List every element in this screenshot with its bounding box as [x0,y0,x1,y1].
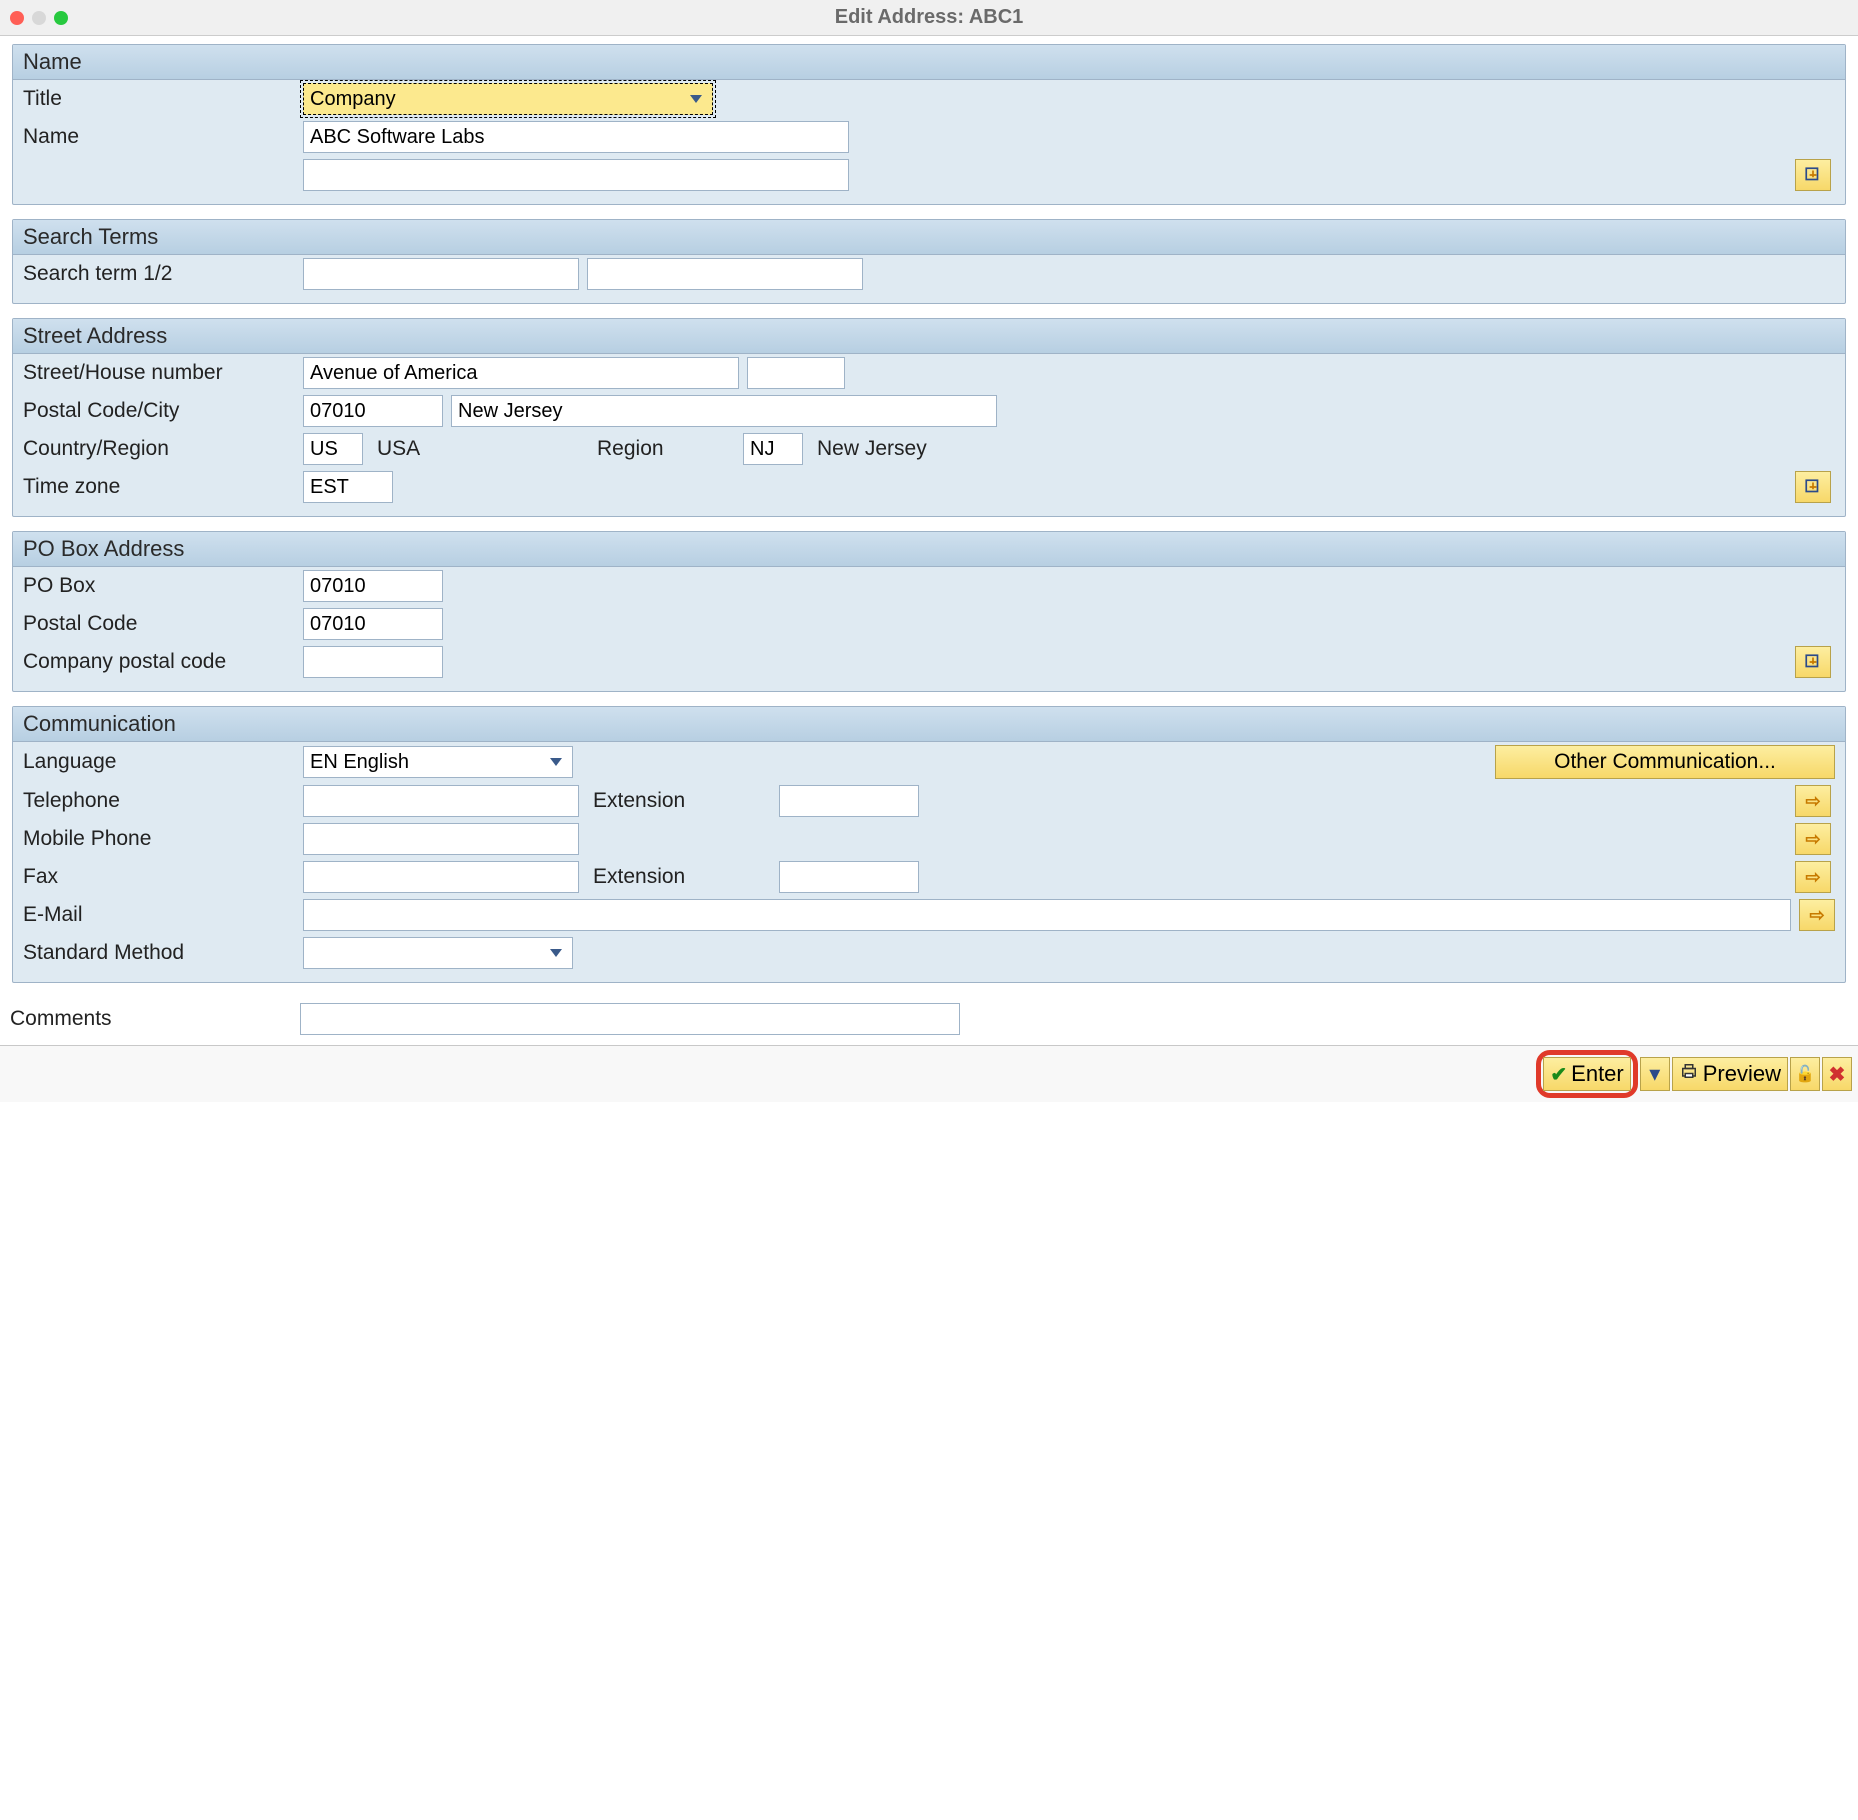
title-value: Company [310,88,396,111]
standard-method-dropdown[interactable] [303,937,573,969]
expand-icon [1804,478,1822,496]
content-area: Name Title Company Name Search Terms S [0,36,1858,983]
city-input[interactable] [451,395,997,427]
expand-icon [1804,653,1822,671]
country-region-label: Country/Region [23,437,303,461]
postal-city-label: Postal Code/City [23,399,303,423]
title-label: Title [23,87,303,111]
name2-input[interactable] [303,159,849,191]
chevron-down-icon [690,95,702,103]
window-title: Edit Address: ABC1 [835,6,1024,29]
house-number-input[interactable] [747,357,845,389]
expand-pobox-button[interactable] [1795,646,1831,678]
standard-method-label: Standard Method [23,941,303,965]
dropdown-icon: ▾ [1649,1061,1660,1087]
close-window-button[interactable] [10,11,24,25]
comments-input[interactable] [300,1003,960,1035]
section-header-pobox: PO Box Address [13,532,1845,567]
telephone-input[interactable] [303,785,579,817]
mobile-label: Mobile Phone [23,827,303,851]
street-input[interactable] [303,357,739,389]
name-label: Name [23,125,303,149]
telephone-label: Telephone [23,789,303,813]
print-icon [1679,1061,1699,1087]
name-input[interactable] [303,121,849,153]
pobox-postal-label: Postal Code [23,612,303,636]
maximize-window-button[interactable] [54,11,68,25]
window-controls [10,11,68,25]
cancel-icon: ✖ [1829,1062,1846,1087]
title-dropdown[interactable]: Company [303,83,713,115]
telephone-more-button[interactable]: ⇨ [1795,785,1831,817]
preview-label: Preview [1703,1061,1781,1087]
footer-bar: ✔ Enter ▾ Preview 🔓 ✖ [0,1045,1858,1102]
postal-code-input[interactable] [303,395,443,427]
fax-label: Fax [23,865,303,889]
arrow-right-icon: ⇨ [1805,791,1820,812]
comments-row: Comments [0,997,1858,1045]
other-communication-label: Other Communication... [1554,750,1776,774]
email-label: E-Mail [23,903,303,927]
expand-icon [1804,166,1822,184]
pobox-input[interactable] [303,570,443,602]
region-label: Region [583,437,743,461]
telephone-ext-input[interactable] [779,785,919,817]
language-value: EN English [310,751,409,774]
section-header-name: Name [13,45,1845,80]
mobile-more-button[interactable]: ⇨ [1795,823,1831,855]
fax-ext-input[interactable] [779,861,919,893]
section-header-search: Search Terms [13,220,1845,255]
timezone-input[interactable] [303,471,393,503]
section-communication: Communication Language EN English Other … [12,706,1846,983]
section-header-street: Street Address [13,319,1845,354]
language-dropdown[interactable]: EN English [303,746,573,778]
mobile-input[interactable] [303,823,579,855]
section-header-comm: Communication [13,707,1845,742]
search-term-1-input[interactable] [303,258,579,290]
section-search-terms: Search Terms Search term 1/2 [12,219,1846,304]
chevron-down-icon [550,949,562,957]
country-input[interactable] [303,433,363,465]
section-street-address: Street Address Street/House number Posta… [12,318,1846,517]
arrow-right-icon: ⇨ [1809,905,1824,926]
section-pobox: PO Box Address PO Box Postal Code Compan… [12,531,1846,692]
dropdown-button[interactable]: ▾ [1640,1057,1670,1091]
pobox-postal-input[interactable] [303,608,443,640]
titlebar: Edit Address: ABC1 [0,0,1858,36]
arrow-right-icon: ⇨ [1805,829,1820,850]
lock-icon: 🔓 [1795,1064,1815,1084]
preview-button[interactable]: Preview [1672,1057,1788,1091]
telephone-ext-label: Extension [579,789,779,813]
email-more-button[interactable]: ⇨ [1799,899,1835,931]
company-postal-input[interactable] [303,646,443,678]
search-term-label: Search term 1/2 [23,262,303,286]
email-input[interactable] [303,899,1791,931]
fax-ext-label: Extension [579,865,779,889]
company-postal-label: Company postal code [23,650,303,674]
expand-name-button[interactable] [1795,159,1831,191]
lock-button[interactable]: 🔓 [1790,1057,1820,1091]
chevron-down-icon [550,758,562,766]
enter-label: Enter [1571,1061,1624,1087]
arrow-right-icon: ⇨ [1805,867,1820,888]
street-label: Street/House number [23,361,303,385]
region-text: New Jersey [803,437,927,461]
fax-more-button[interactable]: ⇨ [1795,861,1831,893]
timezone-label: Time zone [23,475,303,499]
comments-label: Comments [10,1007,300,1031]
pobox-label: PO Box [23,574,303,598]
fax-input[interactable] [303,861,579,893]
country-text: USA [363,437,583,461]
other-communication-button[interactable]: Other Communication... [1495,745,1835,779]
expand-street-button[interactable] [1795,471,1831,503]
minimize-window-button[interactable] [32,11,46,25]
language-label: Language [23,750,303,774]
enter-button[interactable]: ✔ Enter [1543,1057,1630,1091]
section-name: Name Title Company Name [12,44,1846,205]
enter-highlight: ✔ Enter [1536,1050,1637,1098]
search-term-2-input[interactable] [587,258,863,290]
check-icon: ✔ [1550,1062,1567,1087]
region-input[interactable] [743,433,803,465]
cancel-button[interactable]: ✖ [1822,1057,1852,1091]
